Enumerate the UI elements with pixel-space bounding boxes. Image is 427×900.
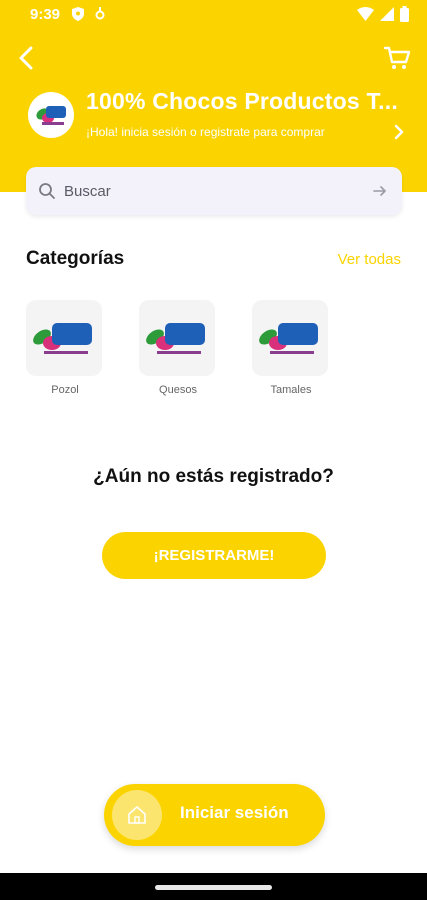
category-item-tamales[interactable]: Tamales [252, 300, 330, 396]
category-item-quesos[interactable]: Quesos [139, 300, 217, 396]
category-logo-image [259, 323, 318, 354]
home-gesture-handle[interactable] [155, 885, 272, 890]
not-registered-heading: ¿Aún no estás registrado? [93, 466, 334, 487]
search-input[interactable] [64, 179, 364, 203]
arrow-right-icon[interactable] [372, 183, 388, 199]
register-button[interactable]: ¡REGISTRARME! [102, 532, 326, 579]
home-icon-circle [112, 790, 162, 840]
login-button[interactable]: Iniciar sesión [104, 784, 325, 846]
category-logo-image [146, 323, 205, 354]
cart-icon[interactable] [383, 44, 411, 72]
search-icon [39, 183, 55, 199]
login-label: Iniciar sesión [180, 803, 289, 822]
home-icon [128, 806, 146, 824]
see-all-link[interactable]: Ver todas [338, 251, 401, 268]
status-left-icons [72, 7, 106, 21]
store-logo [28, 92, 74, 138]
category-item-pozol[interactable]: Pozol [26, 300, 104, 396]
status-bar: 9:39 [0, 0, 427, 32]
store-logo-image [36, 106, 66, 125]
back-arrow-icon[interactable] [14, 44, 38, 72]
category-label: Quesos [159, 384, 197, 396]
category-logo-image [33, 323, 92, 354]
shield-icon [72, 7, 84, 21]
signal-icon [380, 7, 394, 21]
status-right-icons [357, 6, 409, 22]
sync-icon [95, 7, 105, 20]
chevron-right-icon[interactable] [393, 124, 405, 140]
system-nav-bar [0, 873, 427, 900]
category-label: Tamales [270, 384, 312, 396]
category-label: Pozol [51, 384, 79, 396]
category-thumbnail [139, 300, 215, 376]
battery-icon [400, 6, 409, 22]
store-title[interactable]: 100% Chocos Productos T... [86, 88, 406, 115]
search-bar[interactable] [26, 167, 402, 215]
status-time: 9:39 [30, 6, 61, 23]
category-thumbnail [26, 300, 102, 376]
wifi-icon [357, 7, 374, 21]
category-thumbnail [252, 300, 328, 376]
store-subtitle[interactable]: ¡Hola! inicia sesión o registrate para c… [86, 125, 325, 139]
categories-title: Categorías [26, 248, 125, 269]
